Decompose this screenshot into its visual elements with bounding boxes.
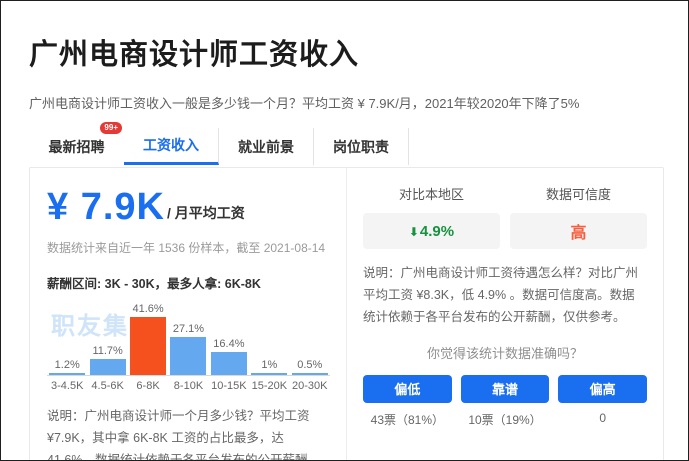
tab-1[interactable]: 最新招聘99+ — [29, 128, 124, 165]
tab-3[interactable]: 就业前景 — [219, 128, 314, 165]
poll-vote-count: 43票（81%） — [363, 411, 452, 428]
bar-chart: 1.2% 11.7% 41.6% 27.1% 16.4% 1% 0.5% — [47, 300, 330, 376]
axis-tick-label: 6-8K — [128, 380, 168, 392]
down-arrow-icon: ⬇ — [409, 225, 419, 239]
bar-value-label: 16.4% — [213, 338, 244, 350]
chart-x-axis: 3-4.5K4.5-6K6-8K8-10K10-15K15-20K20-30K — [47, 380, 330, 392]
poll-option-button-1[interactable]: 偏低 — [363, 375, 452, 403]
bar-column: 27.1% — [168, 323, 208, 375]
metric-local-label: 对比本地区 — [363, 184, 500, 203]
salary-panel-container: ¥ 7.9K / 月平均工资 数据统计来自近一年 1536 份样本，截至 202… — [29, 167, 664, 461]
metric-row: 对比本地区 ⬇4.9% 数据可信度 高 — [363, 184, 647, 249]
metric-trust-label: 数据可信度 — [510, 184, 647, 203]
comparison-explanation: 说明：广州电商设计师工资待遇怎么样？对比广州平均工资 ¥8.3K，低 4.9% … — [363, 263, 647, 329]
bar — [49, 373, 85, 375]
tab-label: 岗位职责 — [333, 137, 389, 157]
bar-column: 1.2% — [47, 359, 87, 375]
poll-buttons: 偏低靠谱偏高 — [363, 375, 647, 403]
bar — [130, 317, 166, 375]
axis-tick-label: 10-15K — [209, 380, 249, 392]
bar-column: 0.5% — [290, 359, 330, 375]
bar-column: 1% — [249, 359, 289, 375]
axis-tick-label: 4.5-6K — [87, 380, 127, 392]
screenshot-frame: 广州电商设计师工资收入 广州电商设计师工资收入一般是多少钱一个月？平均工资 ¥ … — [0, 0, 689, 461]
bar-value-label: 1% — [261, 359, 277, 371]
axis-tick-label: 3-4.5K — [47, 380, 87, 392]
bar-column: 11.7% — [87, 345, 127, 375]
bar-value-label: 11.7% — [92, 345, 122, 357]
salary-headline: ¥ 7.9K / 月平均工资 — [47, 188, 330, 226]
new-jobs-badge: 99+ — [100, 122, 122, 134]
sample-note: 数据统计来自近一年 1536 份样本，截至 2021-08-14 — [47, 239, 330, 256]
bar — [90, 359, 126, 375]
page-title: 广州电商设计师工资收入 — [29, 31, 662, 73]
bar-column: 16.4% — [209, 338, 249, 375]
metric-local-value: ⬇4.9% — [409, 223, 454, 240]
comparison-right-panel: 对比本地区 ⬇4.9% 数据可信度 高 说明：广州 — [347, 168, 663, 461]
poll-question: 你觉得该统计数据准确吗？ — [363, 343, 647, 362]
bar-value-label: 0.5% — [297, 359, 322, 371]
poll-counts: 43票（81%） 10票（19%） 0 — [363, 411, 647, 428]
bar-value-label: 27.1% — [173, 323, 204, 335]
metric-trust: 数据可信度 高 — [510, 184, 647, 249]
bar-column: 41.6% — [128, 303, 168, 375]
salary-amount: ¥ 7.9K — [47, 188, 165, 226]
poll-vote-count: 0 — [558, 411, 647, 428]
poll-vote-count: 10票（19%） — [461, 411, 550, 428]
bar — [251, 373, 287, 375]
tab-label: 最新招聘 — [49, 137, 105, 157]
salary-unit: / 月平均工资 — [167, 203, 245, 223]
axis-tick-label: 20-30K — [290, 380, 330, 392]
bar — [211, 352, 247, 375]
bar — [170, 337, 206, 375]
salary-distribution-chart: 职友集 1.2%11.7%41.6%27.1%16.4%1%0.5% 3-4.5… — [47, 300, 330, 392]
metric-local: 对比本地区 ⬇4.9% — [363, 184, 500, 249]
salary-range-note: 薪酬区间: 3K - 30K，最多人拿: 6K-8K — [47, 273, 330, 292]
poll-option-button-3[interactable]: 偏高 — [558, 375, 647, 403]
metric-trust-box: 高 — [510, 213, 647, 249]
poll-option-button-2[interactable]: 靠谱 — [461, 375, 550, 403]
metric-trust-value: 高 — [570, 219, 586, 243]
axis-tick-label: 8-10K — [168, 380, 208, 392]
local-percent: 4.9% — [420, 223, 454, 240]
tab-label: 就业前景 — [238, 137, 294, 157]
bar — [292, 373, 328, 375]
tab-4[interactable]: 岗位职责 — [314, 128, 409, 165]
bar-value-label: 1.2% — [55, 359, 80, 371]
salary-left-panel: ¥ 7.9K / 月平均工资 数据统计来自近一年 1536 份样本，截至 202… — [30, 168, 347, 461]
axis-tick-label: 15-20K — [249, 380, 289, 392]
page: 广州电商设计师工资收入 广州电商设计师工资收入一般是多少钱一个月？平均工资 ¥ … — [1, 1, 688, 461]
tab-label: 工资收入 — [143, 135, 199, 155]
page-subtitle: 广州电商设计师工资收入一般是多少钱一个月？平均工资 ¥ 7.9K/月，2021年… — [29, 93, 662, 112]
tab-bar: 最新招聘99+ 工资收入 就业前景 岗位职责 — [29, 128, 662, 165]
bar-value-label: 41.6% — [132, 303, 163, 315]
metric-local-box: ⬇4.9% — [363, 213, 500, 249]
salary-explanation: 说明：广州电商设计师一个月多少钱？平均工资 ¥7.9K，其中拿 6K-8K 工资… — [47, 406, 330, 461]
tab-2[interactable]: 工资收入 — [124, 128, 219, 165]
